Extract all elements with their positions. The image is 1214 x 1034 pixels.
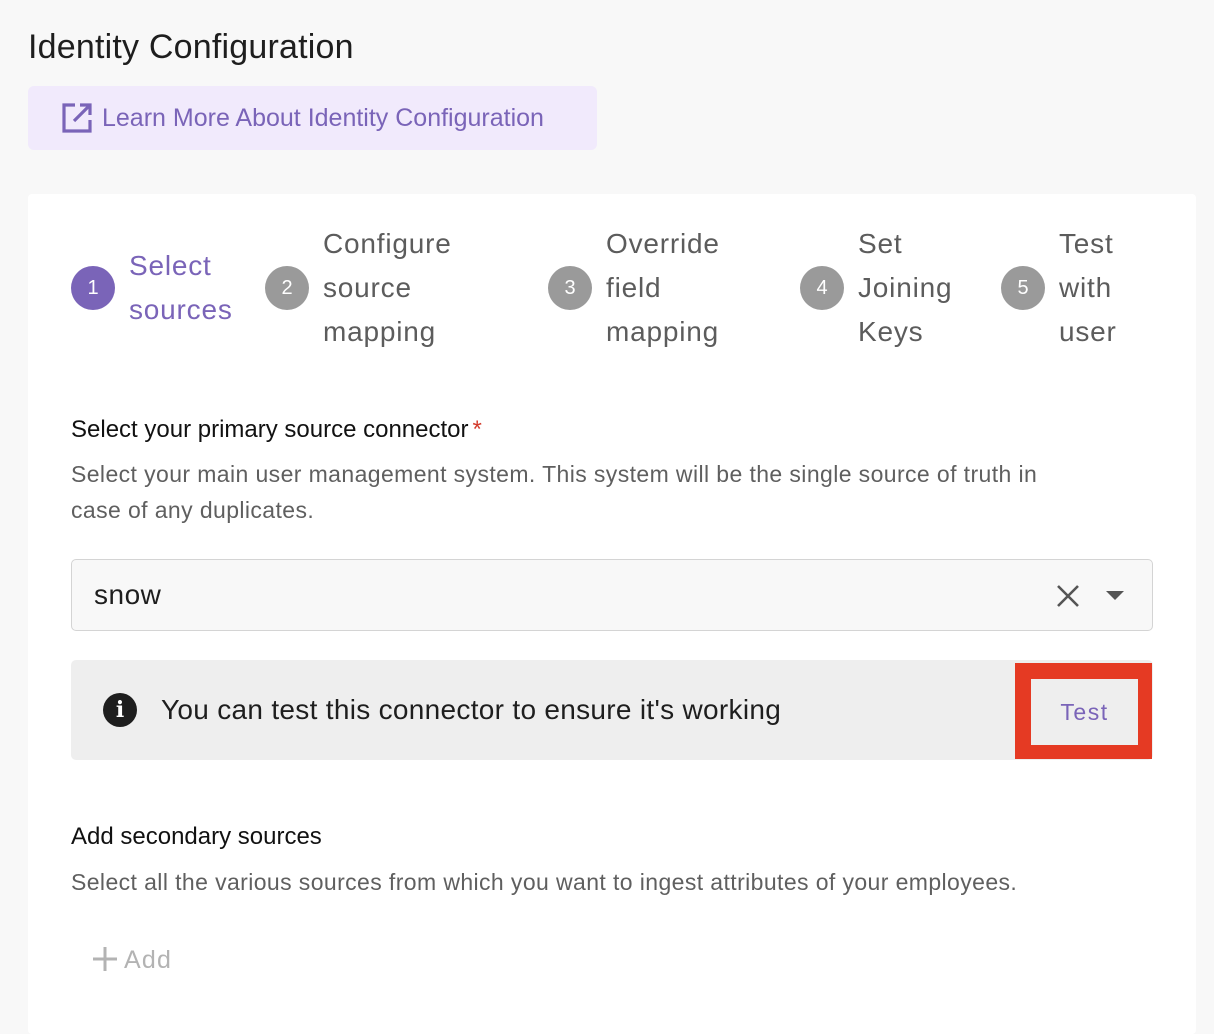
info-message: You can test this connector to ensure it… (161, 694, 782, 725)
info-icon: i (103, 693, 137, 727)
step-label: Set Joining Keys (858, 228, 953, 347)
step-select-sources[interactable]: 1 Select sources (71, 244, 233, 332)
add-label: Add (124, 945, 173, 974)
primary-source-label: Select your primary source connector * (71, 416, 482, 443)
step-number: 5 (1001, 266, 1045, 310)
step-test-with-user[interactable]: 5 Test with user (1001, 222, 1117, 354)
learn-more-label: Learn More About Identity Configuration (102, 103, 544, 132)
plus-icon (92, 942, 118, 978)
step-configure-source-mapping[interactable]: 2 Configure source mapping (265, 222, 452, 354)
step-label: Test with user (1059, 228, 1117, 347)
page-title: Identity Configuration (28, 28, 354, 66)
learn-more-link[interactable]: Learn More About Identity Configuration (28, 86, 597, 150)
dropdown-arrow-icon[interactable] (1106, 591, 1124, 600)
test-button-highlight: Test (1015, 663, 1152, 759)
required-marker: * (472, 416, 482, 443)
step-label: Override field mapping (606, 228, 720, 347)
add-secondary-source-button[interactable]: Add (92, 942, 172, 978)
step-number: 4 (800, 266, 844, 310)
step-label: Configure source mapping (323, 228, 452, 347)
primary-source-helper: Select your main user management system.… (71, 461, 1038, 523)
test-button[interactable]: Test (1031, 679, 1138, 745)
step-number: 2 (265, 266, 309, 310)
secondary-sources-helper: Select all the various sources from whic… (71, 869, 1018, 895)
test-connector-banner: i You can test this connector to ensure … (71, 660, 1153, 760)
external-link-icon (60, 101, 94, 135)
clear-icon[interactable] (1054, 582, 1082, 610)
secondary-sources-label: Add secondary sources (71, 823, 322, 850)
step-set-joining-keys[interactable]: 4 Set Joining Keys (800, 222, 952, 354)
step-number: 1 (71, 266, 115, 310)
selected-value: snow (94, 579, 162, 610)
step-label: Select sources (129, 250, 233, 325)
step-number: 3 (548, 266, 592, 310)
step-override-field-mapping[interactable]: 3 Override field mapping (548, 222, 720, 354)
primary-source-select[interactable]: snow (71, 559, 1153, 631)
configuration-card: 1 Select sources 2 Configure source mapp… (28, 194, 1196, 1034)
